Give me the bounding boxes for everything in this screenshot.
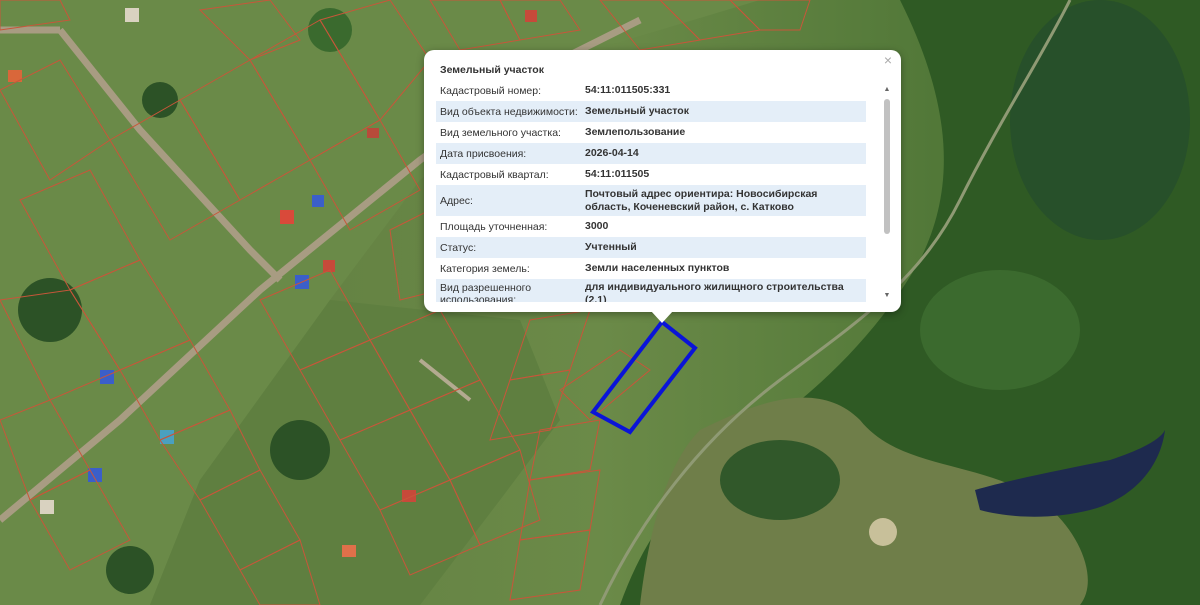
attribute-label: Вид разрешенного использования: [440, 282, 532, 302]
attribute-value: 3000 [585, 220, 609, 232]
attribute-row-permitted-use: Вид разрешенного использования: для инди… [436, 279, 866, 302]
attribute-label: Вид земельного участка: [440, 126, 561, 139]
attribute-value: Земельный участок [585, 105, 689, 117]
forest-clump [920, 270, 1080, 390]
attribute-value: 54:11:011505:331 [585, 84, 671, 96]
attribute-value: Почтовый адрес ориентира: Новосибирская … [585, 187, 818, 213]
house [312, 195, 324, 207]
attribute-label: Кадастровый квартал: [440, 168, 549, 181]
popup-title: Земельный участок [440, 64, 544, 76]
attribute-row-cadastral-quarter: Кадастровый квартал: 54:11:011505 [436, 164, 866, 185]
scroll-up-arrow-icon[interactable]: ▲ [883, 86, 891, 94]
forest-clump [1010, 0, 1190, 240]
scroll-down-arrow-icon[interactable]: ▼ [883, 292, 891, 300]
tree [270, 420, 330, 480]
attribute-row-land-category: Категория земель: Земли населенных пункт… [436, 258, 866, 279]
house [100, 370, 114, 384]
forest-clump [720, 440, 840, 520]
house [525, 10, 537, 22]
tree [106, 546, 154, 594]
attribute-row-parcel-type: Вид земельного участка: Землепользование [436, 122, 866, 143]
close-button[interactable]: × [881, 53, 895, 67]
attribute-value: 2026-04-14 [585, 147, 639, 159]
attribute-label: Категория земель: [440, 262, 530, 275]
attribute-row-area: Площадь уточненная: 3000 [436, 216, 866, 237]
attribute-value: 54:11:011505 [585, 168, 650, 180]
popup-scrollbar[interactable]: ▲ ▼ [883, 86, 891, 300]
house [342, 545, 356, 557]
attribute-label: Кадастровый номер: [440, 84, 542, 97]
house [280, 210, 294, 224]
attribute-label: Статус: [440, 241, 477, 254]
attribute-label: Дата присвоения: [440, 147, 527, 160]
house [125, 8, 139, 22]
attribute-value: Земли населенных пунктов [585, 262, 730, 274]
attribute-label: Вид объекта недвижимости: [440, 105, 578, 118]
attribute-value: Учтенный [585, 241, 637, 253]
house [367, 128, 379, 138]
tree [18, 278, 82, 342]
pond-island [869, 518, 897, 546]
parcel-attributes-table: Кадастровый номер: 54:11:011505:331 Вид … [436, 80, 866, 302]
attribute-value: для индивидуального жилищного строительс… [585, 281, 844, 302]
popup-pointer [651, 311, 673, 323]
attribute-value: Землепользование [585, 126, 686, 138]
attribute-row-status: Статус: Учтенный [436, 237, 866, 258]
attribute-row-assignment-date: Дата присвоения: 2026-04-14 [436, 143, 866, 164]
attribute-label: Площадь уточненная: [440, 220, 548, 233]
attribute-row-object-type: Вид объекта недвижимости: Земельный учас… [436, 101, 866, 122]
attribute-label: Адрес: [440, 194, 473, 207]
tree [142, 82, 178, 118]
house [40, 500, 54, 514]
tree [308, 8, 352, 52]
attribute-row-cadastral-number: Кадастровый номер: 54:11:011505:331 [436, 80, 866, 101]
parcel-info-popup: Земельный участок × Кадастровый номер: 5… [424, 50, 901, 312]
attribute-row-address: Адрес: Почтовый адрес ориентира: Новосиб… [436, 185, 866, 216]
scrollbar-thumb[interactable] [884, 99, 890, 234]
